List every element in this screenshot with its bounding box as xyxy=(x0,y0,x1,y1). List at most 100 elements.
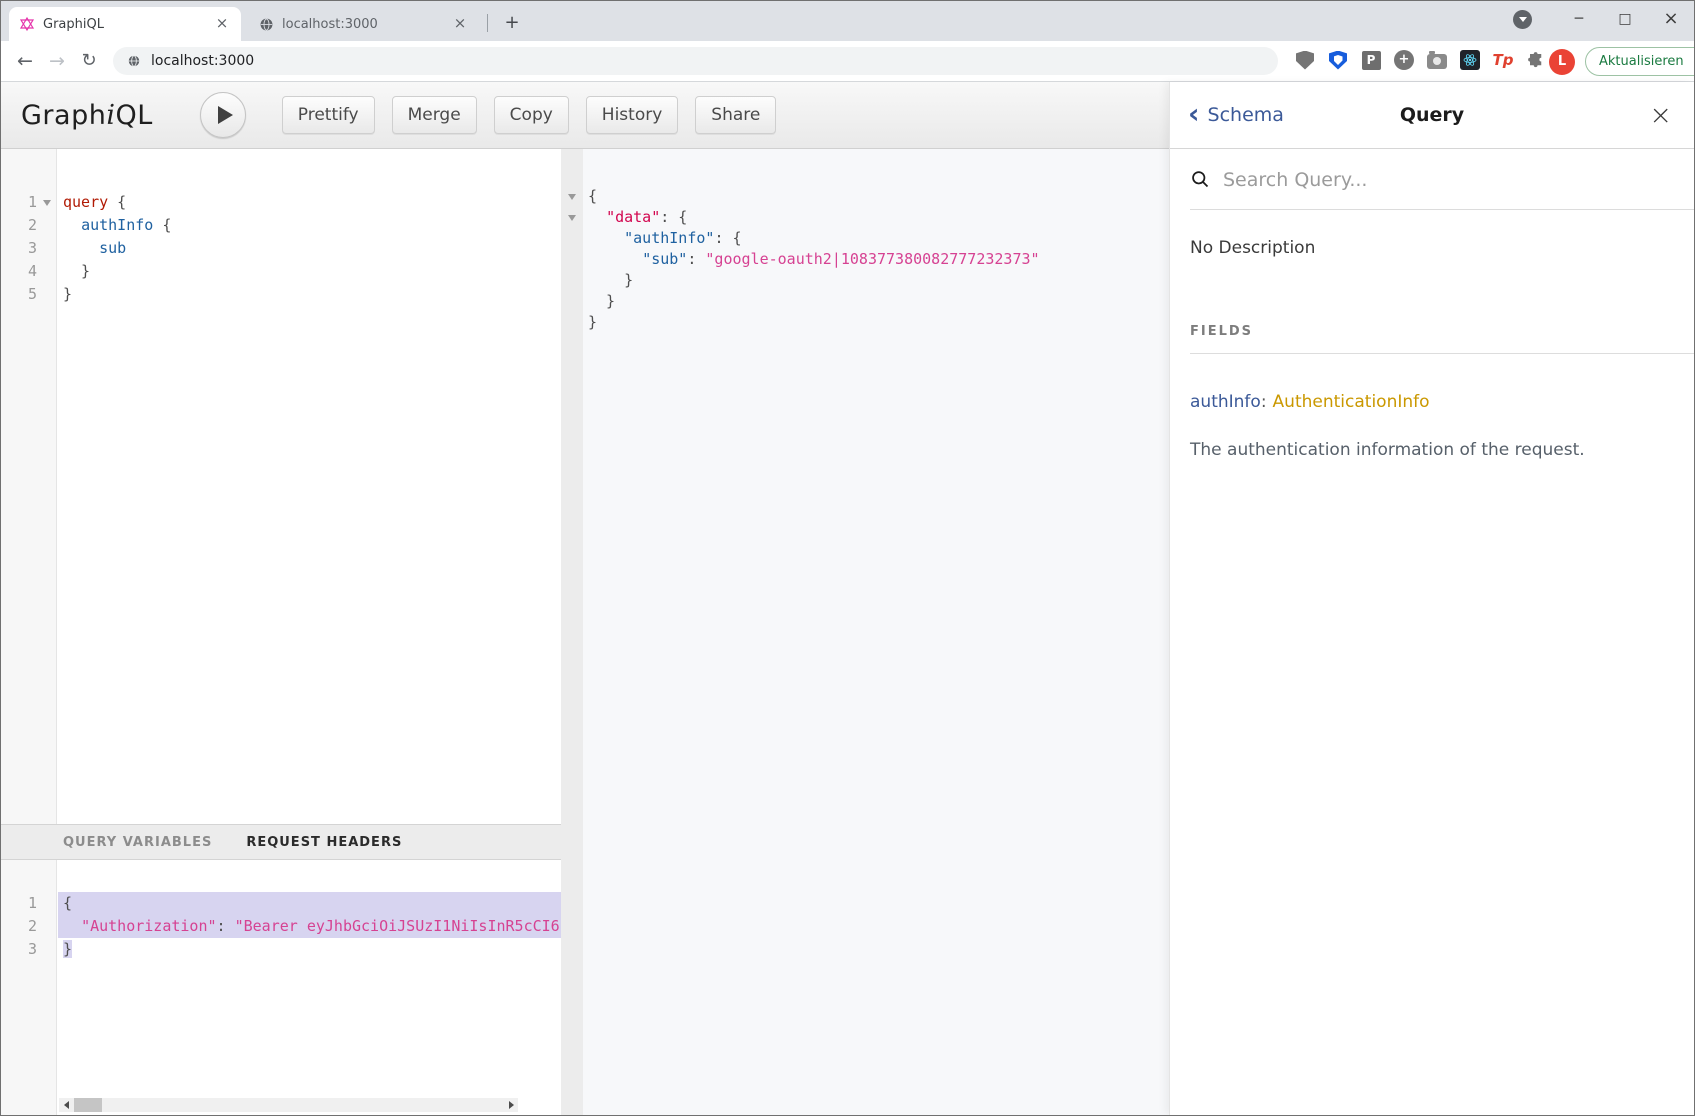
copy-button[interactable]: Copy xyxy=(494,96,569,134)
history-button[interactable]: History xyxy=(586,96,678,134)
react-devtools-icon[interactable] xyxy=(1458,48,1482,72)
merge-button[interactable]: Merge xyxy=(392,96,477,134)
code-line: "authInfo": { xyxy=(561,228,1171,249)
doc-search-input[interactable] xyxy=(1223,169,1623,191)
query-pane: 1query {2 authInfo {3 sub4 }5} QUERY VAR… xyxy=(1,149,561,1115)
execute-button[interactable] xyxy=(200,92,246,138)
graphiql-logo: GraphiQL xyxy=(21,100,153,131)
code-line: } xyxy=(561,312,1171,333)
line-number: 2 xyxy=(1,915,37,938)
browser-window: GraphiQL × localhost:3000 × + ─ □ × ← → … xyxy=(0,0,1695,1116)
minimize-button[interactable]: ─ xyxy=(1556,1,1602,37)
tab-localhost[interactable]: localhost:3000 × xyxy=(249,7,479,41)
field-description: The authentication information of the re… xyxy=(1190,440,1674,460)
close-icon[interactable]: × xyxy=(213,15,231,33)
bitwarden-icon[interactable] xyxy=(1326,48,1350,72)
search-icon xyxy=(1190,169,1211,190)
code-line: } xyxy=(561,270,1171,291)
reload-button[interactable]: ↻ xyxy=(75,47,103,75)
tab-request-headers[interactable]: REQUEST HEADERS xyxy=(246,835,402,850)
new-tab-button[interactable]: + xyxy=(499,10,525,36)
play-icon xyxy=(218,106,233,124)
code-line: 1{ xyxy=(1,892,561,915)
code-line: 5} xyxy=(1,283,561,306)
move-icon[interactable]: + xyxy=(1392,48,1416,72)
tab-graphiql[interactable]: GraphiQL × xyxy=(9,7,241,41)
maximize-button[interactable]: □ xyxy=(1602,1,1648,37)
tab-title: GraphiQL xyxy=(43,17,203,32)
share-button[interactable]: Share xyxy=(695,96,776,134)
code-line: 4 } xyxy=(1,260,561,283)
close-window-button[interactable]: × xyxy=(1648,1,1694,37)
code-line: "data": { xyxy=(561,207,1171,228)
code-line: 2 "Authorization": "Bearer eyJhbGciOiJSU… xyxy=(1,915,561,938)
extensions-row: P + Tp xyxy=(1293,48,1548,72)
scroll-left-arrow-icon[interactable] xyxy=(59,1098,73,1112)
avatar[interactable]: L xyxy=(1549,49,1575,75)
tampermonkey-icon[interactable]: Tp xyxy=(1491,48,1515,72)
fields-heading: FIELDS xyxy=(1190,324,1674,339)
close-doc-button[interactable]: × xyxy=(1649,102,1672,129)
code-line: "sub": "google-oauth2|108377380082777232… xyxy=(561,249,1171,270)
back-label: Schema xyxy=(1208,104,1284,126)
horizontal-scrollbar[interactable] xyxy=(59,1098,518,1112)
prettify-button[interactable]: Prettify xyxy=(282,96,375,134)
request-headers-editor[interactable]: 1{2 "Authorization": "Bearer eyJhbGciOiJ… xyxy=(1,860,561,1115)
field-row: authInfo: AuthenticationInfo xyxy=(1190,392,1674,412)
browser-tab-strip: GraphiQL × localhost:3000 × + ─ □ × xyxy=(1,1,1694,41)
code-line: } xyxy=(561,291,1171,312)
line-number: 4 xyxy=(1,260,37,283)
p-extension-icon[interactable]: P xyxy=(1359,48,1383,72)
doc-explorer-header: ‹ Schema Query × xyxy=(1170,82,1694,149)
schema-back-link[interactable]: ‹ Schema xyxy=(1188,103,1284,128)
camera-icon[interactable] xyxy=(1425,48,1449,72)
update-browser-button[interactable]: Aktualisieren ⋮ xyxy=(1585,47,1695,76)
close-icon[interactable]: × xyxy=(451,15,469,33)
graphql-logo-icon xyxy=(19,16,35,32)
window-controls: ─ □ × xyxy=(1513,1,1694,37)
code-line: 3 sub xyxy=(1,237,561,260)
query-editor[interactable]: 1query {2 authInfo {3 sub4 }5} xyxy=(1,149,561,824)
line-number: 5 xyxy=(1,283,37,306)
result-viewer[interactable]: { "data": { "authInfo": { "sub": "google… xyxy=(561,149,1171,1115)
graphiql-topbar: GraphiQL Prettify Merge Copy History Sha… xyxy=(1,82,1171,149)
scrollbar-thumb[interactable] xyxy=(74,1098,102,1112)
secondary-editor-tabbar: QUERY VARIABLES REQUEST HEADERS xyxy=(1,824,561,860)
puzzle-icon[interactable] xyxy=(1524,48,1548,72)
doc-search-row xyxy=(1170,149,1694,210)
line-number: 1 xyxy=(1,191,37,214)
type-authenticationinfo-link[interactable]: AuthenticationInfo xyxy=(1273,392,1430,412)
back-button[interactable]: ← xyxy=(11,47,39,75)
chevron-down-circle-icon[interactable] xyxy=(1513,10,1532,29)
no-description-text: No Description xyxy=(1190,238,1674,258)
tab-separator xyxy=(487,14,488,32)
code-line: 3} xyxy=(1,938,561,961)
fold-arrow-icon[interactable] xyxy=(568,194,576,200)
doc-body: No Description FIELDS authInfo: Authentic… xyxy=(1170,238,1694,460)
fold-arrow-icon[interactable] xyxy=(568,215,576,221)
code-line: { xyxy=(561,186,1171,207)
code-line: 2 authInfo { xyxy=(1,214,561,237)
line-number: 1 xyxy=(1,892,37,915)
graphiql-app: GraphiQL Prettify Merge Copy History Sha… xyxy=(1,82,1694,1115)
doc-explorer-panel: ‹ Schema Query × No Description FIELDS a… xyxy=(1169,82,1694,1115)
url-text: localhost:3000 xyxy=(151,53,254,69)
forward-button[interactable]: → xyxy=(43,47,71,75)
chevron-left-icon: ‹ xyxy=(1188,100,1200,128)
caret-down-icon xyxy=(1519,17,1527,22)
globe-icon xyxy=(127,54,141,68)
scroll-right-arrow-icon[interactable] xyxy=(504,1098,518,1112)
ublock-icon[interactable] xyxy=(1293,48,1317,72)
browser-toolbar: ← → ↻ localhost:3000 P + Tp L xyxy=(1,41,1694,82)
field-separator: : xyxy=(1261,392,1267,412)
field-authinfo-link[interactable]: authInfo xyxy=(1190,392,1261,412)
tab-query-variables[interactable]: QUERY VARIABLES xyxy=(63,835,212,850)
globe-icon xyxy=(259,17,274,32)
tab-title: localhost:3000 xyxy=(282,17,441,32)
line-number: 3 xyxy=(1,938,37,961)
result-pane: { "data": { "authInfo": { "sub": "google… xyxy=(561,149,1171,1115)
fold-arrow-icon[interactable] xyxy=(43,200,51,206)
address-bar[interactable]: localhost:3000 xyxy=(113,47,1278,75)
code-line: 1query { xyxy=(1,191,561,214)
fields-divider xyxy=(1190,353,1694,354)
